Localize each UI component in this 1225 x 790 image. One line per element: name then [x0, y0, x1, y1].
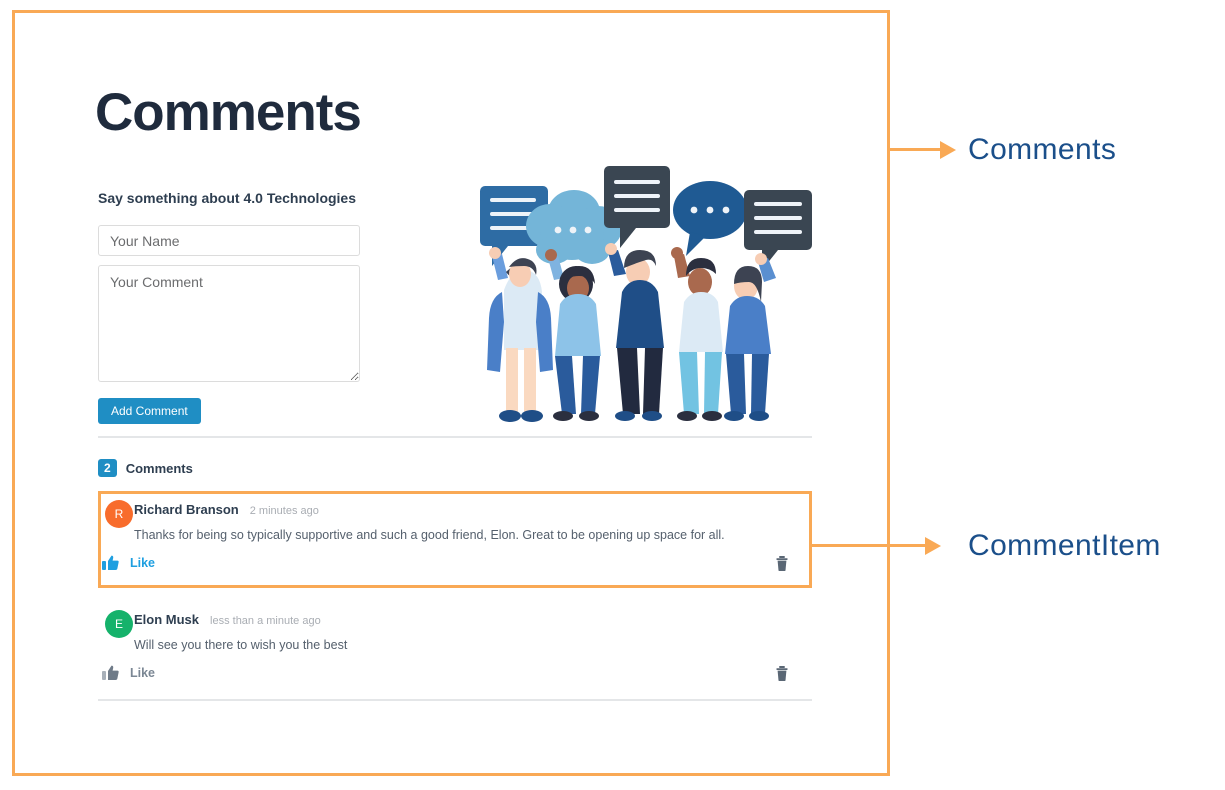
comment-header: Elon Musk less than a minute ago [134, 612, 321, 627]
speech-bubble-5 [744, 190, 812, 270]
comment-timestamp: less than a minute ago [210, 615, 321, 627]
comments-count-row: 2 Comments [98, 459, 193, 478]
comment-item: E Elon Musk less than a minute ago Will … [98, 601, 812, 698]
comment-input[interactable] [98, 265, 360, 382]
comments-illustration [480, 166, 812, 422]
person-2 [545, 249, 601, 421]
speech-bubble-4 [673, 181, 747, 256]
add-comment-button[interactable]: Add Comment [98, 398, 201, 424]
annotation-arrow-comments [940, 141, 956, 159]
avatar: E [105, 610, 133, 638]
comment-body: Thanks for being so typically supportive… [134, 528, 725, 542]
divider-top [98, 436, 812, 438]
comment-body: Will see you there to wish you the best [134, 638, 348, 652]
trash-icon [776, 665, 788, 681]
comment-actions: Like [102, 555, 808, 571]
comment-author: Elon Musk [134, 612, 200, 627]
annotation-label-commentitem: CommentItem [968, 529, 1161, 562]
comments-count-badge: 2 [98, 459, 117, 478]
comment-item: R Richard Branson 2 minutes ago Thanks f… [98, 491, 812, 588]
trash-icon [776, 555, 788, 571]
divider-bottom [98, 699, 812, 701]
annotation-label-comments: Comments [968, 133, 1117, 166]
person-5 [724, 253, 776, 421]
annotation-leader-comments [890, 148, 952, 151]
delete-comment-button[interactable] [776, 665, 788, 681]
comment-actions: Like [102, 665, 808, 681]
person-1 [487, 247, 553, 422]
like-label: Like [130, 666, 156, 680]
thumbs-up-icon [102, 555, 119, 570]
comment-author: Richard Branson [134, 502, 239, 517]
name-input[interactable] [98, 225, 360, 256]
like-button[interactable]: Like [102, 555, 155, 571]
person-4 [671, 247, 723, 421]
form-prompt-label: Say something about 4.0 Technologies [98, 190, 357, 206]
thumbs-up-icon [102, 665, 119, 680]
like-label: Like [130, 556, 156, 570]
comment-header: Richard Branson 2 minutes ago [134, 502, 319, 517]
like-button[interactable]: Like [102, 665, 155, 681]
delete-comment-button[interactable] [776, 555, 788, 571]
avatar: R [105, 500, 133, 528]
comments-page: Comments Say something about 4.0 Technol… [0, 0, 890, 780]
person-3 [605, 243, 664, 421]
comments-count-label: Comments [125, 460, 193, 476]
comment-timestamp: 2 minutes ago [249, 505, 319, 517]
page-title: Comments [95, 83, 362, 142]
annotation-arrow-commentitem [925, 537, 941, 555]
